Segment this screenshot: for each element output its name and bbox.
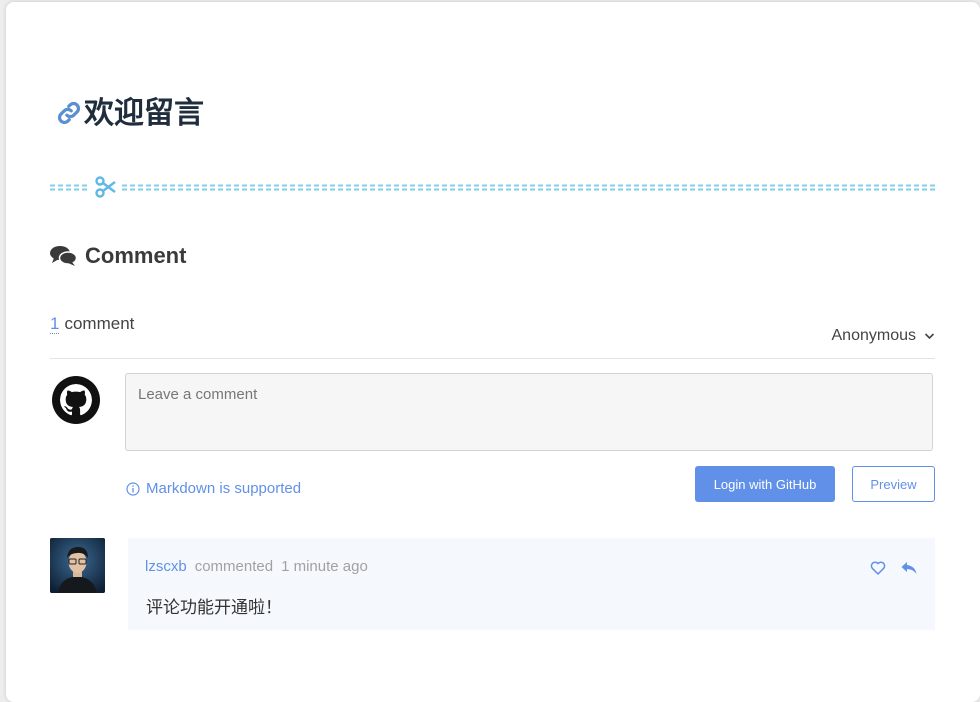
comment-body: 评论功能开通啦！ bbox=[146, 598, 282, 617]
markdown-hint[interactable]: Markdown is supported bbox=[126, 480, 301, 497]
reply-icon[interactable] bbox=[900, 559, 918, 577]
comment-time: 1 minute ago bbox=[281, 558, 368, 575]
info-icon bbox=[126, 481, 140, 496]
avatar[interactable] bbox=[50, 538, 105, 593]
scissors-divider bbox=[50, 176, 935, 198]
preview-button[interactable]: Preview bbox=[852, 466, 935, 502]
comment-meta: lzscxb commented 1 minute ago bbox=[145, 558, 368, 575]
comment-author[interactable]: lzscxb bbox=[145, 558, 187, 575]
chevron-down-icon bbox=[924, 333, 935, 340]
comment-count-label: comment bbox=[64, 314, 135, 333]
comment-heading: Comment bbox=[50, 243, 186, 269]
identity-dropdown[interactable]: Anonymous bbox=[832, 314, 936, 358]
comment-meta-row: 1 comment Anonymous bbox=[50, 314, 935, 359]
page-title: 欢迎留言 bbox=[56, 88, 204, 132]
link-icon[interactable] bbox=[56, 100, 82, 126]
markdown-hint-text: Markdown is supported bbox=[146, 480, 302, 497]
identity-label: Anonymous bbox=[831, 327, 917, 344]
comment-heading-text: Comment bbox=[85, 243, 187, 268]
comment-count: 1 comment bbox=[50, 314, 134, 358]
heart-icon[interactable] bbox=[870, 560, 886, 576]
comment-item: lzscxb commented 1 minute ago 评论功能开通啦！ bbox=[128, 538, 935, 630]
page-title-text: 欢迎留言 bbox=[84, 97, 204, 130]
comment-textarea[interactable] bbox=[125, 373, 933, 451]
login-with-github-button[interactable]: Login with GitHub bbox=[695, 466, 835, 502]
comments-icon bbox=[50, 246, 77, 266]
comment-action: commented bbox=[194, 558, 274, 575]
comment-count-number[interactable]: 1 bbox=[50, 314, 60, 334]
github-icon bbox=[52, 376, 100, 424]
